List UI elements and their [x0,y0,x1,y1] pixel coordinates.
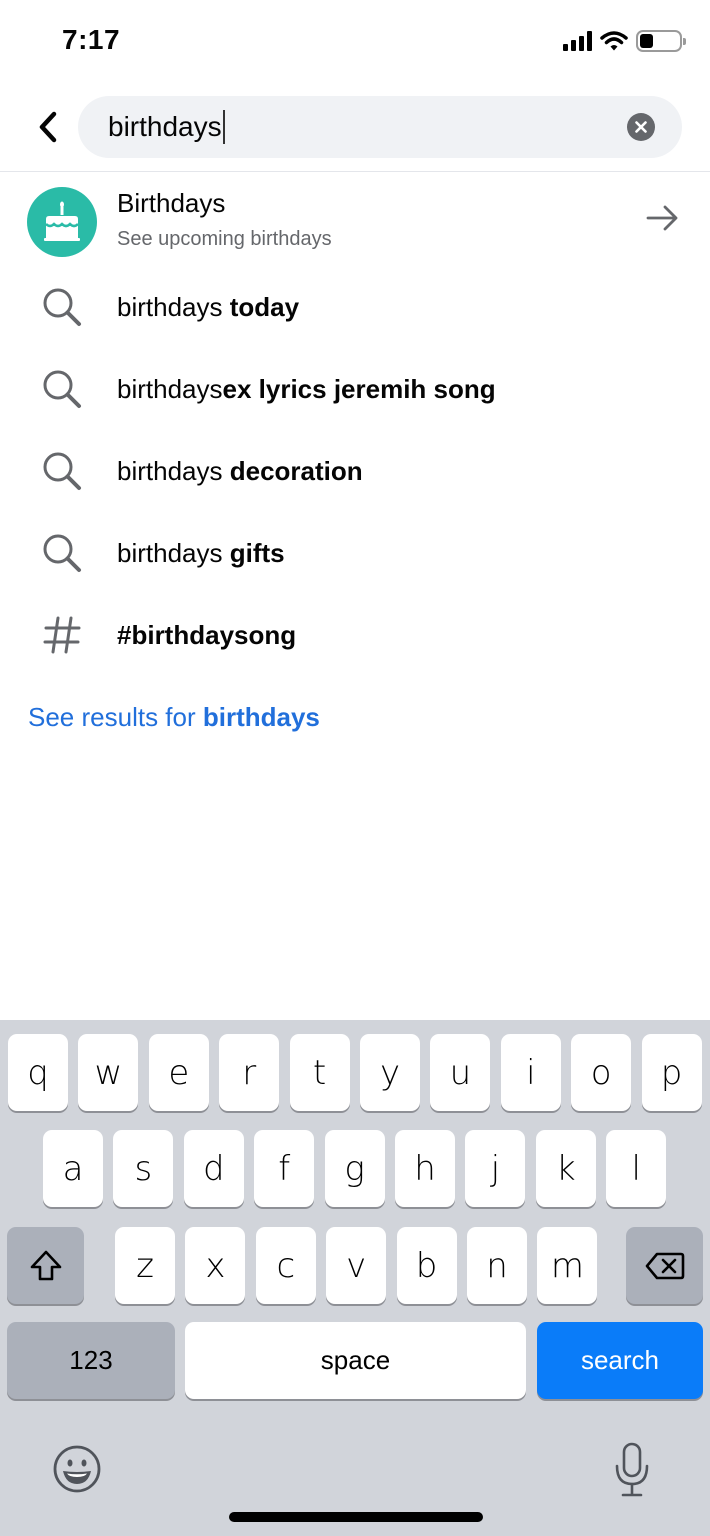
suggestion-query-part: birthdays [117,537,230,568]
key-q[interactable]: q [8,1034,68,1111]
suggestion-text: birthdays today [117,292,299,323]
suggestion-completion: today [229,291,300,322]
key-u[interactable]: u [430,1034,491,1111]
search-header: birthdays [0,96,710,172]
suggestion-row[interactable]: birthdays gifts [0,512,710,594]
text-caret [222,110,225,144]
arrow-right-icon [646,205,678,231]
shift-arrow-icon [30,1250,61,1280]
see-results-prefix: See results for [28,702,203,732]
suggestion-row[interactable]: birthdaysex lyrics jeremih song [0,348,710,430]
home-indicator[interactable] [229,1512,483,1522]
key-x[interactable]: x [185,1227,246,1304]
suggestion-row[interactable]: birthdays today [0,266,710,348]
suggestion-completion: ex lyrics jeremih song [222,373,496,404]
chevron-left-icon [39,111,57,143]
backspace-icon [645,1252,684,1279]
see-results-link[interactable]: See results for birthdays [28,702,320,733]
birthday-cake-icon [27,187,97,257]
search-key[interactable]: search [537,1322,703,1399]
search-input-value: birthdays [108,111,222,142]
search-input[interactable]: birthdays [78,96,682,158]
search-icon [40,531,84,575]
battery-icon [636,30,686,52]
suggestion-query-part: birthdays [117,455,230,486]
shift-key[interactable] [7,1227,84,1304]
key-d[interactable]: d [183,1130,244,1207]
suggestion-completion: decoration [229,455,363,486]
key-t[interactable]: t [289,1034,350,1111]
status-bar: 7:17 [0,0,710,86]
suggestion-text: #birthdaysong [117,620,296,651]
key-o[interactable]: o [571,1034,632,1111]
birthdays-shortcut-subtitle: See upcoming birthdays [117,228,332,250]
battery-level [640,34,654,48]
back-button[interactable] [28,106,68,148]
key-p[interactable]: p [641,1034,702,1111]
key-z[interactable]: z [115,1227,175,1304]
key-f[interactable]: f [254,1130,315,1207]
keyboard: qwertyuiop asdfghjkl zxcvbnm 123 space s… [0,1020,710,1536]
suggestion-completion: gifts [229,537,285,568]
search-icon [40,449,84,493]
key-n[interactable]: n [467,1227,527,1304]
suggestion-row[interactable]: birthdays decoration [0,430,710,512]
delete-key[interactable] [626,1227,703,1304]
numbers-key[interactable]: 123 [7,1322,175,1399]
see-results-query: birthdays [202,702,320,732]
cellular-signal-icon [563,31,592,51]
wifi-icon [600,31,628,51]
key-j[interactable]: j [465,1130,526,1207]
suggestion-text: birthdays decoration [117,456,363,487]
key-a[interactable]: a [43,1130,103,1207]
key-g[interactable]: g [324,1130,385,1207]
key-m[interactable]: m [537,1227,598,1304]
suggestion-text: birthdays gifts [117,538,285,569]
key-e[interactable]: e [148,1034,209,1111]
key-c[interactable]: c [255,1227,316,1304]
key-y[interactable]: y [360,1034,420,1111]
search-suggestions: Birthdays See upcoming birthdays birthda… [0,172,710,676]
hashtag-icon [40,613,84,657]
clear-circle-icon [635,121,647,133]
microphone-icon[interactable] [612,1442,652,1498]
suggestion-completion: #birthdaysong [117,619,297,650]
space-key[interactable]: space [185,1322,526,1399]
suggestion-text: birthdaysex lyrics jeremih song [117,374,496,405]
birthdays-shortcut[interactable]: Birthdays See upcoming birthdays [0,172,710,266]
key-b[interactable]: b [396,1227,457,1304]
key-w[interactable]: w [78,1034,139,1111]
clear-search-button[interactable] [627,113,655,141]
key-s[interactable]: s [113,1130,174,1207]
emoji-icon[interactable] [52,1444,102,1494]
birthdays-shortcut-title: Birthdays [117,188,226,218]
key-k[interactable]: k [535,1130,596,1207]
search-icon [40,285,84,329]
status-time: 7:17 [62,24,121,55]
key-h[interactable]: h [395,1130,455,1207]
key-l[interactable]: l [606,1130,667,1207]
key-i[interactable]: i [500,1034,561,1111]
hashtag-suggestion-row[interactable]: #birthdaysong [0,594,710,676]
key-r[interactable]: r [219,1034,280,1111]
suggestion-query-part: birthdays [117,291,230,322]
suggestion-query-part: birthdays [117,373,223,404]
status-icons [563,30,686,52]
key-v[interactable]: v [326,1227,387,1304]
search-icon [40,367,84,411]
